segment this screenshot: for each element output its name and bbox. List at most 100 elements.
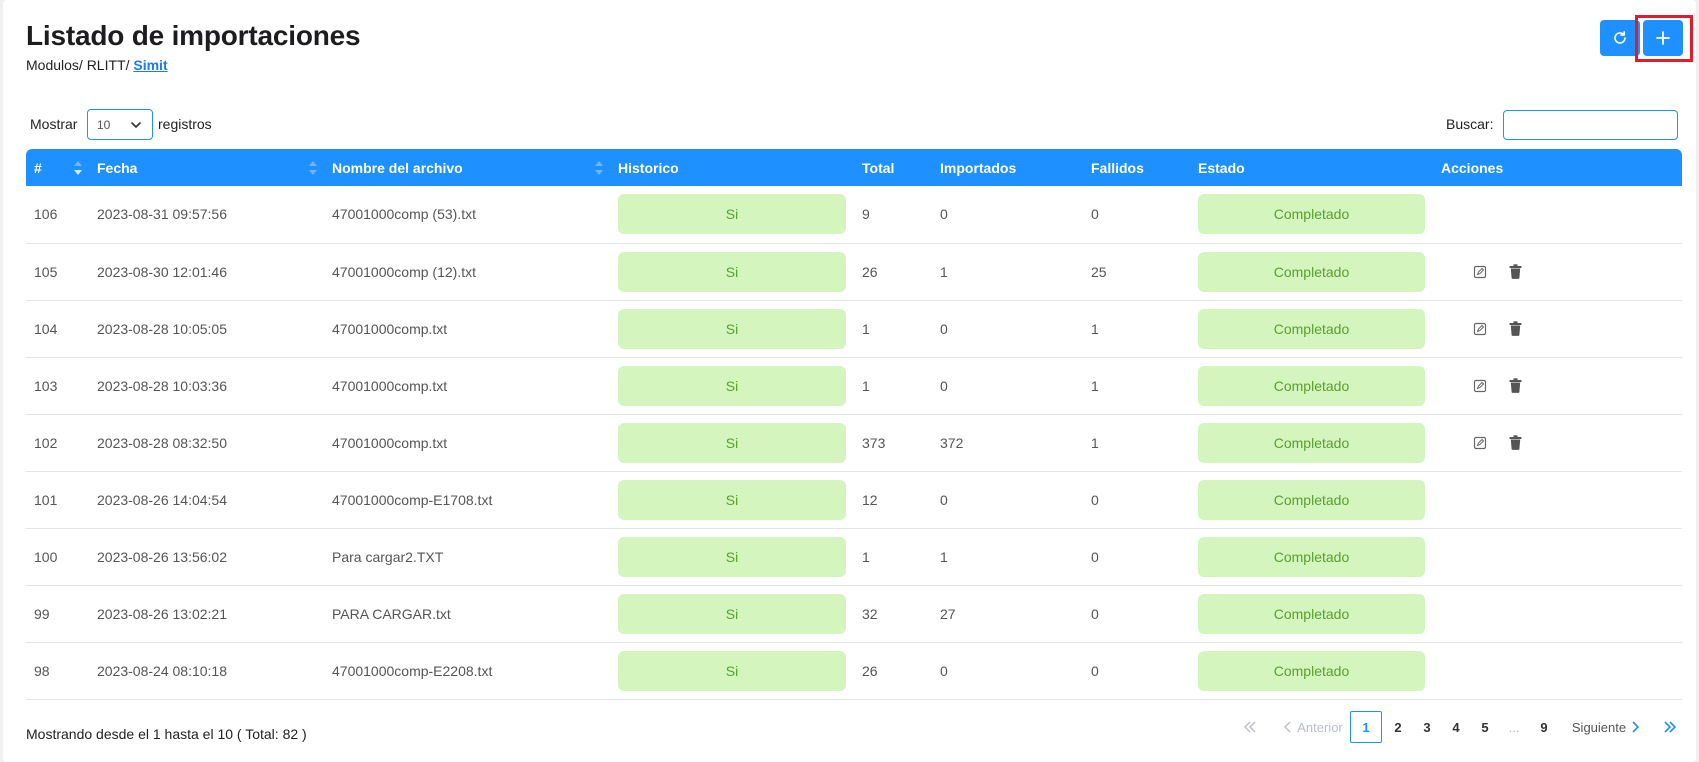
status-badge: Completado bbox=[1198, 593, 1425, 634]
chevron-down-icon bbox=[131, 122, 141, 128]
page-button-9[interactable]: 9 bbox=[1530, 710, 1558, 744]
edit-icon bbox=[1473, 265, 1487, 278]
search-input[interactable] bbox=[1503, 110, 1678, 140]
historico-badge: Si bbox=[618, 422, 846, 463]
cell-importados: 0 bbox=[940, 206, 948, 223]
cell-estado: Completado bbox=[1190, 642, 1433, 699]
cell-historico: Si bbox=[610, 471, 854, 528]
page-button-2[interactable]: 2 bbox=[1384, 710, 1412, 744]
table-row: 104 2023-08-28 10:05:05 47001000comp.txt Si… bbox=[26, 300, 1682, 357]
table-row: 105 2023-08-30 12:01:46 47001000comp (12).… bbox=[26, 243, 1682, 300]
cell-archivo: Para cargar2.TXT bbox=[332, 548, 444, 565]
cell-estado: Completado bbox=[1190, 186, 1433, 243]
edit-button[interactable] bbox=[1473, 379, 1487, 393]
sort-icon bbox=[595, 161, 603, 175]
pagination: Anterior 1 2 3 4 5 ... 9 Siguiente bbox=[1238, 710, 1688, 744]
trash-icon bbox=[1509, 435, 1522, 450]
chevron-left-icon bbox=[1284, 721, 1291, 733]
cell-acciones bbox=[1433, 357, 1682, 414]
page-button-1[interactable]: 1 bbox=[1350, 711, 1382, 743]
refresh-button[interactable] bbox=[1600, 20, 1640, 56]
table-info: Mostrando desde el 1 hasta el 10 ( Total… bbox=[26, 726, 307, 742]
table-row: 103 2023-08-28 10:03:36 47001000comp.txt Si… bbox=[26, 357, 1682, 414]
delete-button[interactable] bbox=[1509, 378, 1522, 393]
cell-historico: Si bbox=[610, 414, 854, 471]
cell-importados: 1 bbox=[940, 548, 948, 565]
page-button-5[interactable]: 5 bbox=[1471, 710, 1499, 744]
cell-estado: Completado bbox=[1190, 300, 1433, 357]
first-page-button[interactable] bbox=[1238, 710, 1262, 744]
cell-historico: Si bbox=[610, 357, 854, 414]
table-row: 106 2023-08-31 09:57:56 47001000comp (53).… bbox=[26, 186, 1682, 243]
cell-fecha: 2023-08-24 08:10:18 bbox=[97, 662, 227, 679]
cell-importados: 0 bbox=[940, 320, 948, 337]
cell-archivo: PARA CARGAR.txt bbox=[332, 605, 451, 622]
cell-total: 26 bbox=[862, 263, 878, 280]
cell-fallidos: 0 bbox=[1091, 206, 1099, 223]
status-badge: Completado bbox=[1198, 251, 1425, 292]
cell-importados: 0 bbox=[940, 377, 948, 394]
status-badge: Completado bbox=[1198, 650, 1425, 691]
table-body: 106 2023-08-31 09:57:56 47001000comp (53).… bbox=[26, 186, 1682, 699]
edit-button[interactable] bbox=[1473, 265, 1487, 279]
column-header-archivo[interactable]: Nombre del archivo bbox=[324, 149, 610, 186]
cell-fallidos: 0 bbox=[1091, 662, 1099, 679]
column-header-estado: Estado bbox=[1198, 159, 1245, 176]
column-header-fecha[interactable]: Fecha bbox=[89, 149, 324, 186]
show-label: Mostrar bbox=[30, 116, 78, 132]
page-button-4[interactable]: 4 bbox=[1442, 710, 1470, 744]
delete-button[interactable] bbox=[1509, 435, 1522, 450]
table-header: # Fecha Nombre del archivo Historico Tot… bbox=[26, 149, 1682, 186]
historico-badge: Si bbox=[618, 308, 846, 349]
next-page-button[interactable]: Siguiente bbox=[1568, 710, 1644, 744]
cell-estado: Completado bbox=[1190, 357, 1433, 414]
delete-button[interactable] bbox=[1509, 321, 1522, 336]
cell-fallidos: 1 bbox=[1091, 434, 1099, 451]
previous-page-button[interactable]: Anterior bbox=[1276, 710, 1350, 744]
delete-button[interactable] bbox=[1509, 264, 1522, 279]
last-page-button[interactable] bbox=[1658, 710, 1682, 744]
cell-archivo: 47001000comp (12).txt bbox=[332, 263, 476, 280]
cell-total: 1 bbox=[862, 548, 870, 565]
cell-importados: 0 bbox=[940, 662, 948, 679]
breadcrumb-path: Modulos/ RLITT/ bbox=[26, 57, 134, 73]
add-import-button[interactable] bbox=[1643, 20, 1683, 56]
cell-estado: Completado bbox=[1190, 414, 1433, 471]
cell-total: 12 bbox=[862, 491, 878, 508]
cell-estado: Completado bbox=[1190, 243, 1433, 300]
cell-historico: Si bbox=[610, 243, 854, 300]
cell-fallidos: 25 bbox=[1091, 263, 1107, 280]
cell-estado: Completado bbox=[1190, 528, 1433, 585]
status-badge: Completado bbox=[1198, 365, 1425, 406]
column-header-historico: Historico bbox=[618, 159, 679, 176]
edit-button[interactable] bbox=[1473, 436, 1487, 450]
edit-button[interactable] bbox=[1473, 322, 1487, 336]
cell-importados: 1 bbox=[940, 263, 948, 280]
historico-badge: Si bbox=[618, 536, 846, 577]
page-title: Listado de importaciones bbox=[26, 20, 361, 51]
historico-badge: Si bbox=[618, 194, 846, 235]
column-header-id[interactable]: # bbox=[26, 149, 89, 186]
row-actions bbox=[1441, 321, 1674, 336]
cell-acciones bbox=[1433, 186, 1682, 243]
table-row: 102 2023-08-28 08:32:50 47001000comp.txt Si… bbox=[26, 414, 1682, 471]
cell-acciones bbox=[1433, 471, 1682, 528]
historico-badge: Si bbox=[618, 593, 846, 634]
cell-archivo: 47001000comp.txt bbox=[332, 377, 448, 394]
page-length-select[interactable]: 10 bbox=[87, 109, 153, 140]
breadcrumb-link-simit[interactable]: Simit bbox=[133, 57, 167, 73]
column-header-total: Total bbox=[862, 159, 895, 176]
cell-id: 104 bbox=[34, 320, 58, 337]
cell-fecha: 2023-08-26 13:56:02 bbox=[97, 548, 227, 565]
double-chevron-right-icon bbox=[1664, 721, 1677, 733]
row-actions bbox=[1441, 378, 1674, 393]
chevron-right-icon bbox=[1632, 721, 1640, 733]
page-button-3[interactable]: 3 bbox=[1413, 710, 1441, 744]
cell-total: 9 bbox=[862, 206, 870, 223]
double-chevron-left-icon bbox=[1244, 721, 1256, 733]
cell-fallidos: 1 bbox=[1091, 320, 1099, 337]
cell-fallidos: 0 bbox=[1091, 548, 1099, 565]
cell-fecha: 2023-08-26 14:04:54 bbox=[97, 491, 227, 508]
cell-total: 26 bbox=[862, 662, 878, 679]
status-badge: Completado bbox=[1198, 479, 1425, 520]
